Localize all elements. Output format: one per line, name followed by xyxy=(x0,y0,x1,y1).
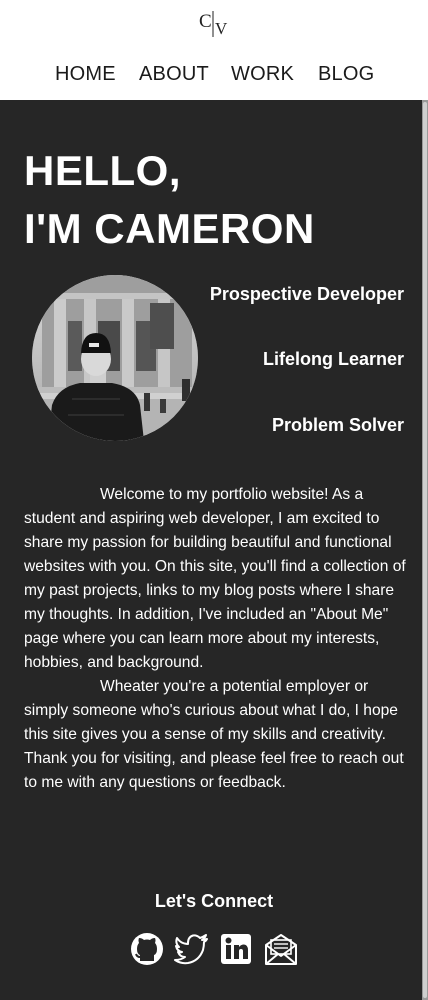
intro-paragraph: Wheater you're a potential employer or s… xyxy=(24,678,404,791)
trait-learner: Lifelong Learner xyxy=(262,349,404,369)
connect-title: Let's Connect xyxy=(154,891,274,911)
twitter-link[interactable] xyxy=(174,931,210,967)
hero-title-line1: HELLO, xyxy=(24,147,181,194)
nav-about[interactable]: ABOUT xyxy=(139,61,209,87)
logo-letter-v: V xyxy=(215,19,228,38)
trait-problem-solver: Problem Solver xyxy=(271,415,404,435)
email-icon xyxy=(265,934,297,965)
hero-title: HELLO, I'M CAMERON xyxy=(24,142,404,258)
linkedin-icon xyxy=(221,934,251,964)
trait-developer: Prospective Developer xyxy=(209,284,404,304)
github-link[interactable] xyxy=(129,931,165,967)
site-header: C V HOME ABOUT WORK BLOG xyxy=(0,0,428,100)
intro-paragraph: Welcome to my portfolio website! As a st… xyxy=(24,486,406,671)
twitter-icon xyxy=(174,934,208,965)
hero-title-line2: I'M CAMERON xyxy=(24,205,315,252)
intro-section: Welcome to my portfolio website! As a st… xyxy=(24,483,408,795)
linkedin-link[interactable] xyxy=(218,931,254,967)
nav-work[interactable]: WORK xyxy=(231,61,294,87)
site-logo[interactable]: C V xyxy=(198,7,232,39)
scrollbar-thumb[interactable] xyxy=(423,102,427,998)
cv-logo-icon: C V xyxy=(199,11,228,38)
main-nav: HOME ABOUT WORK BLOG xyxy=(0,61,428,87)
logo-letter-c: C xyxy=(199,11,212,32)
nav-home[interactable]: HOME xyxy=(55,61,116,87)
page-scrollbar[interactable] xyxy=(422,100,428,1000)
nav-blog[interactable]: BLOG xyxy=(318,61,374,87)
github-icon xyxy=(131,933,163,965)
email-link[interactable] xyxy=(263,931,299,967)
